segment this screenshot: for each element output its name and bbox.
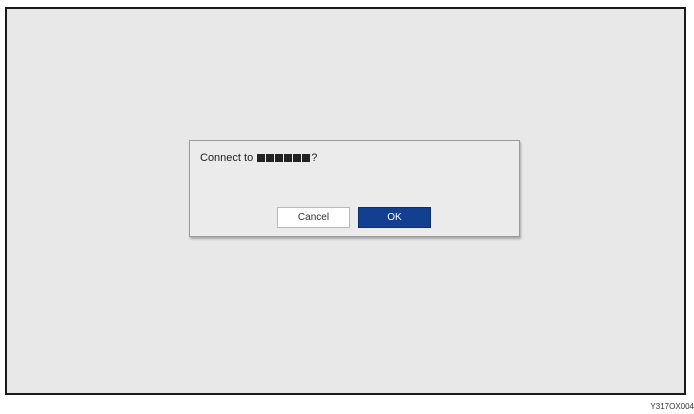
confirm-connect-dialog: Connect to ? Cancel OK: [189, 140, 520, 237]
message-suffix: ?: [311, 152, 318, 164]
redaction-block: [275, 154, 284, 162]
redaction-block: [257, 154, 266, 162]
redaction-block: [293, 154, 302, 162]
ok-button[interactable]: OK: [358, 207, 431, 228]
redaction-block: [302, 154, 311, 162]
masked-device-name: [257, 154, 311, 162]
device-screen: Connect to ? Cancel OK: [5, 7, 686, 395]
cancel-button[interactable]: Cancel: [277, 207, 350, 228]
message-prefix: Connect to: [200, 152, 254, 164]
dialog-message: Connect to ?: [200, 152, 317, 164]
figure-code: Y317OX004: [650, 402, 694, 411]
redaction-block: [266, 154, 275, 162]
redaction-block: [284, 154, 293, 162]
